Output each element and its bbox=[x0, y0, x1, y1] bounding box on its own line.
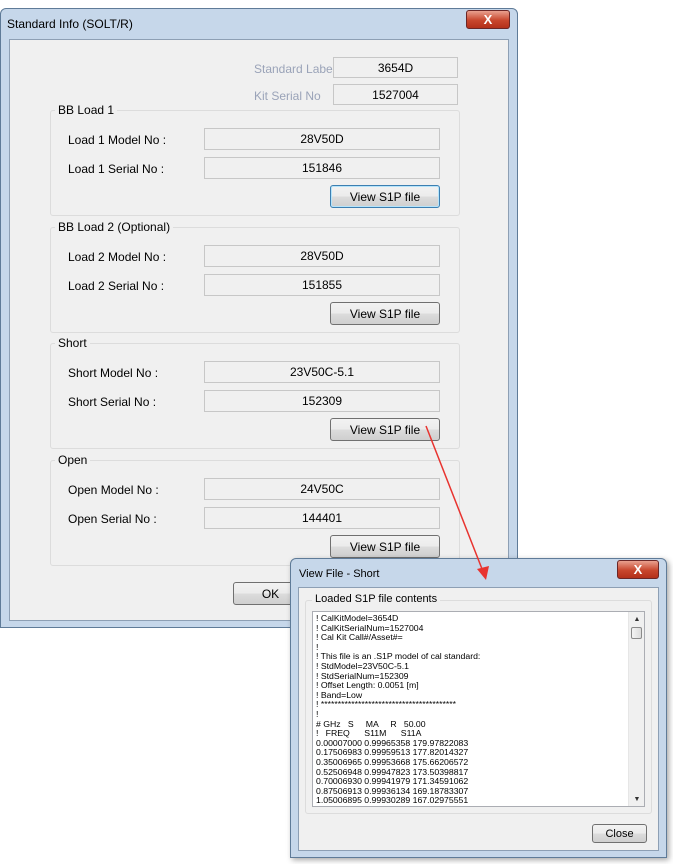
short-serial-value: 152309 bbox=[204, 390, 440, 412]
load2-serial-value: 151855 bbox=[204, 274, 440, 296]
file-line: ! Cal Kit Call#/Asset#= bbox=[316, 632, 403, 643]
group-bb-load-1: BB Load 1 Load 1 Model No : 28V50D Load … bbox=[50, 103, 460, 216]
short-model-label: Short Model No : bbox=[68, 366, 159, 380]
view-s1p-load2-button[interactable]: View S1P file bbox=[330, 302, 440, 325]
vertical-scrollbar[interactable]: ▲ ▼ bbox=[628, 612, 644, 806]
standard-info-window: Standard Info (SOLT/R) X Standard Label … bbox=[0, 8, 518, 628]
load1-serial-value: 151846 bbox=[204, 157, 440, 179]
group-legend: Short bbox=[55, 336, 90, 350]
window-client-area: Standard Label 3654D Kit Serial No 15270… bbox=[9, 39, 509, 621]
file-line: ! **************************************… bbox=[316, 699, 457, 710]
file-contents-text: ! CalKitModel=3654D! CalKitSerialNum=152… bbox=[316, 613, 628, 806]
view-s1p-open-button[interactable]: View S1P file bbox=[330, 535, 440, 558]
close-window-button[interactable]: X bbox=[466, 10, 510, 29]
open-model-value: 24V50C bbox=[204, 478, 440, 500]
scroll-down-icon[interactable]: ▼ bbox=[629, 792, 644, 806]
close-button[interactable]: Close bbox=[592, 824, 647, 843]
close-file-window-button[interactable]: X bbox=[617, 560, 659, 579]
file-window-client-area: Loaded S1P file contents ! CalKitModel=3… bbox=[298, 587, 659, 851]
file-contents-legend: Loaded S1P file contents bbox=[312, 593, 441, 605]
group-legend: BB Load 1 bbox=[55, 103, 118, 117]
open-serial-value: 144401 bbox=[204, 507, 440, 529]
view-s1p-short-button[interactable]: View S1P file bbox=[330, 418, 440, 441]
file-line: ! Offset Length: 0.0051 [m] bbox=[316, 680, 419, 691]
file-contents-group: Loaded S1P file contents ! CalKitModel=3… bbox=[305, 593, 652, 814]
view-file-window: View File - Short X Loaded S1P file cont… bbox=[290, 558, 667, 858]
group-open: Open Open Model No : 24V50C Open Serial … bbox=[50, 453, 460, 566]
file-window-title: View File - Short bbox=[299, 568, 380, 580]
load2-model-label: Load 2 Model No : bbox=[68, 250, 167, 264]
scroll-thumb[interactable] bbox=[631, 627, 642, 639]
file-line: 1.05006895 0.99930289 167.02975551 bbox=[316, 795, 469, 806]
short-serial-label: Short Serial No : bbox=[68, 395, 157, 409]
file-contents-textarea[interactable]: ! CalKitModel=3654D! CalKitSerialNum=152… bbox=[312, 611, 645, 807]
view-s1p-load1-button[interactable]: View S1P file bbox=[330, 185, 440, 208]
scroll-up-icon[interactable]: ▲ bbox=[629, 612, 644, 626]
kit-serial-caption: Kit Serial No bbox=[254, 89, 321, 103]
group-short: Short Short Model No : 23V50C-5.1 Short … bbox=[50, 336, 460, 449]
load1-model-value: 28V50D bbox=[204, 128, 440, 150]
open-model-label: Open Model No : bbox=[68, 483, 159, 497]
load2-model-value: 28V50D bbox=[204, 245, 440, 267]
standard-label-value: 3654D bbox=[333, 57, 458, 78]
standard-label-caption: Standard Label bbox=[254, 62, 336, 76]
title-bar[interactable]: Standard Info (SOLT/R) X bbox=[1, 9, 517, 39]
open-serial-label: Open Serial No : bbox=[68, 512, 157, 526]
load1-model-label: Load 1 Model No : bbox=[68, 133, 167, 147]
load1-serial-label: Load 1 Serial No : bbox=[68, 162, 165, 176]
load2-serial-label: Load 2 Serial No : bbox=[68, 279, 165, 293]
kit-serial-value: 1527004 bbox=[333, 84, 458, 105]
short-model-value: 23V50C-5.1 bbox=[204, 361, 440, 383]
group-bb-load-2: BB Load 2 (Optional) Load 2 Model No : 2… bbox=[50, 220, 460, 333]
group-legend: BB Load 2 (Optional) bbox=[55, 220, 174, 234]
group-legend: Open bbox=[55, 453, 91, 467]
window-title: Standard Info (SOLT/R) bbox=[7, 17, 133, 31]
